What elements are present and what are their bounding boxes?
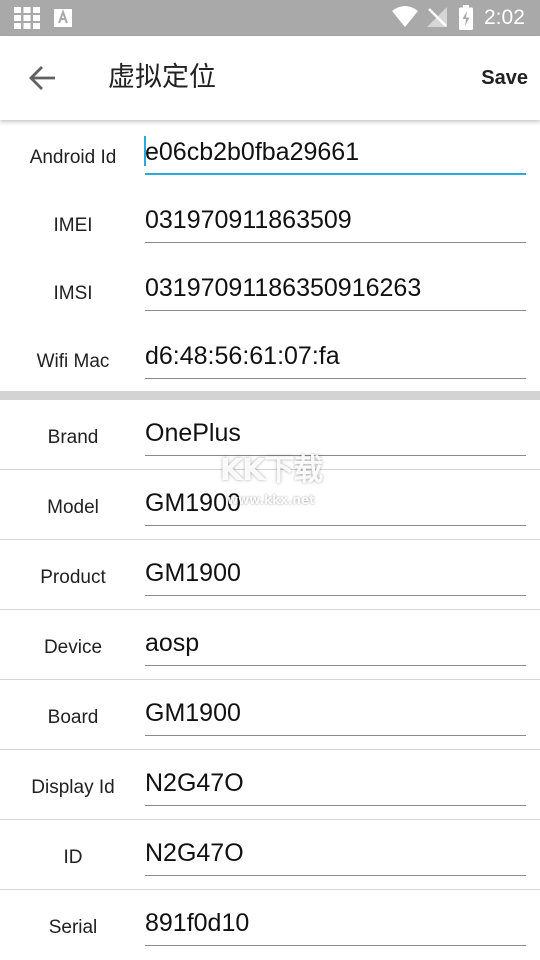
field-row-imei: IMEI [0,192,540,260]
product-input[interactable] [145,554,526,596]
no-signal-icon [427,7,447,27]
field-label: Board [47,707,99,728]
device-input[interactable] [145,624,526,666]
field-row-serial: Serial [0,890,540,958]
serial-input[interactable] [145,904,526,946]
wifi-mac-input[interactable] [145,337,526,379]
field-label: Android Id [29,147,117,168]
field-row-id: ID [0,820,540,888]
field-row-device: Device [0,610,540,678]
grid-icon [14,7,40,29]
model-input[interactable] [145,484,526,526]
field-label: ID [63,847,83,868]
arrow-left-icon [29,66,55,90]
field-row-wifi-mac: Wifi Mac [0,328,540,396]
field-label: Brand [47,427,99,448]
field-label: Model [47,497,99,518]
field-label: Product [40,567,106,588]
imei-input[interactable] [145,201,526,243]
field-label: IMSI [53,283,93,304]
field-row-model: Model [0,470,540,538]
display-id-input[interactable] [145,764,526,806]
field-row-android-id: Android Id [0,124,540,192]
page-title: 虚拟定位 [108,62,216,93]
text-cursor [144,136,146,166]
brand-input[interactable] [145,414,526,456]
imsi-input[interactable] [145,269,526,311]
status-bar: 2:02 [0,0,540,36]
field-row-brand: Brand [0,400,540,468]
field-row-product: Product [0,540,540,608]
section-divider [0,391,540,400]
back-button[interactable] [20,56,64,100]
field-label: IMEI [53,215,93,236]
field-row-board: Board [0,680,540,748]
field-row-display-id: Display Id [0,750,540,818]
wifi-icon [392,6,418,27]
app-bar: 虚拟定位 Save [0,36,540,120]
a-badge-icon [54,9,72,27]
save-button[interactable]: Save [481,64,528,92]
status-time: 2:02 [484,6,525,29]
device-info-form: Android Id IMEI IMSI Wifi Mac Brand Mode… [0,120,540,960]
board-input[interactable] [145,694,526,736]
field-label: Wifi Mac [36,351,110,372]
battery-charging-icon [459,5,473,30]
android-id-input[interactable] [145,133,526,175]
field-label: Display Id [31,777,115,798]
field-row-imsi: IMSI [0,260,540,328]
field-label: Device [43,637,103,658]
id-input[interactable] [145,834,526,876]
field-label: Serial [48,917,98,938]
